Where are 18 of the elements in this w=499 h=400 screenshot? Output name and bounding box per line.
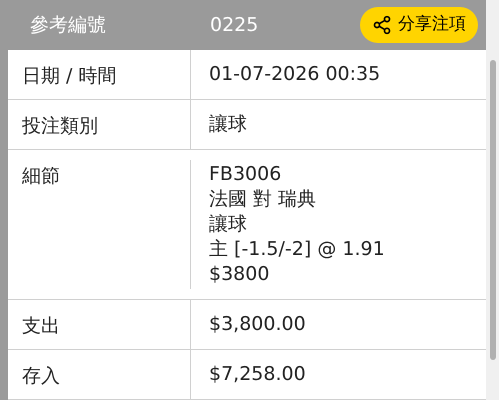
row-label: 細節 [21,164,61,189]
row-value: 01-07-2026 00:35 [209,62,382,87]
share-button[interactable]: 分享注項 [360,7,478,43]
share-icon [372,15,392,35]
row-value: FB3006 [209,162,282,187]
row-label: 支出 [21,314,61,339]
row-value: $7,258.00 [209,362,307,387]
row-label: 日期 / 時間 [21,64,118,89]
row-value: 讓球 [209,112,248,137]
reference-label: 參考編號 [29,12,107,38]
reference-number: 0225 [209,12,260,38]
row-label: 存入 [21,364,61,389]
row-value: $3,800.00 [209,312,307,337]
row-value: 法國 對 瑞典 [209,187,318,212]
row-value: 主 [-1.5/-2] @ 1.91 [209,237,386,262]
row-value: $3800 [209,262,270,287]
row-label: 投注類別 [21,114,99,139]
row-value: 讓球 [209,212,248,237]
